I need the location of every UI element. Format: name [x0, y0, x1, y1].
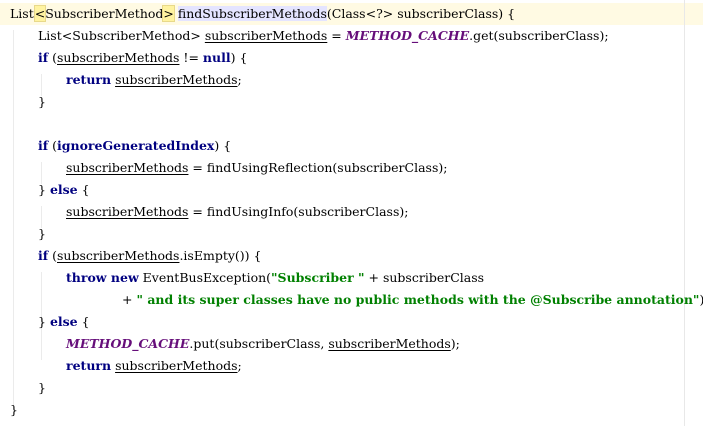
- code-token: =: [327, 28, 346, 43]
- code-token: SubscriberMethod: [45, 6, 164, 21]
- code-token: return: [66, 72, 112, 87]
- code-token: {: [77, 182, 90, 197]
- code-token: return: [66, 358, 112, 373]
- code-line[interactable]: }: [38, 91, 46, 113]
- code-token: subscriberMethods: [66, 204, 189, 219]
- code-token: );: [699, 292, 703, 307]
- code-token: ) {: [230, 50, 248, 65]
- code-token: throw new: [66, 270, 139, 285]
- code-token: }: [38, 314, 50, 329]
- code-line[interactable]: } else {: [38, 311, 90, 333]
- code-token: ;: [237, 358, 242, 373]
- code-line[interactable]: throw new EventBusException("Subscriber …: [66, 267, 484, 289]
- code-line[interactable]: if (subscriberMethods.isEmpty()) {: [38, 245, 261, 267]
- code-token: List: [10, 6, 34, 21]
- code-token: (: [48, 138, 57, 153]
- code-token: ) {: [214, 138, 232, 153]
- code-token: !=: [179, 50, 203, 65]
- code-token: EventBusException(: [138, 270, 272, 285]
- code-token: if: [38, 248, 49, 263]
- code-token: " and its super classes have no public m…: [136, 292, 700, 307]
- code-token: }: [38, 94, 46, 109]
- code-line[interactable]: }: [38, 377, 46, 399]
- code-token: <: [33, 5, 47, 22]
- code-line[interactable]: }: [38, 223, 46, 245]
- code-token: + subscriberClass: [364, 270, 485, 285]
- code-token: }: [38, 226, 46, 241]
- code-token: }: [38, 380, 46, 395]
- code-token: subscriberMethods: [66, 160, 189, 175]
- code-token: subscriberMethods: [204, 28, 328, 43]
- code-token: else: [49, 182, 78, 197]
- code-line[interactable]: METHOD_CACHE.put(subscriberClass, subscr…: [66, 333, 460, 355]
- code-line[interactable]: List<SubscriberMethod> subscriberMethods…: [38, 25, 609, 47]
- code-line[interactable]: subscriberMethods = findUsingInfo(subscr…: [66, 201, 408, 223]
- code-line[interactable]: subscriberMethods = findUsingReflection(…: [66, 157, 447, 179]
- code-token: (: [48, 50, 57, 65]
- code-line[interactable]: if (ignoreGeneratedIndex) {: [38, 135, 231, 157]
- code-token: else: [49, 314, 78, 329]
- right-margin-guide: [684, 0, 685, 426]
- code-token: subscriberMethods: [57, 248, 180, 263]
- code-token: if: [38, 138, 49, 153]
- code-token: subscriberMethods: [57, 50, 180, 65]
- code-line[interactable]: if (subscriberMethods != null) {: [38, 47, 247, 69]
- code-token: {: [77, 314, 90, 329]
- code-line[interactable]: }: [10, 399, 18, 421]
- code-token: .get(subscriberClass);: [469, 28, 609, 43]
- code-token: List<SubscriberMethod>: [38, 28, 205, 43]
- code-token: >: [162, 5, 175, 22]
- code-line[interactable]: } else {: [38, 179, 90, 201]
- code-token: = findUsingInfo(subscriberClass);: [188, 204, 409, 219]
- code-token: }: [10, 402, 18, 417]
- code-token: findSubscriberMethods: [177, 6, 327, 21]
- code-line[interactable]: + " and its super classes have no public…: [122, 289, 703, 311]
- code-token: if: [38, 50, 49, 65]
- indent-guide: [13, 30, 14, 406]
- code-token: = findUsingReflection(subscriberClass);: [188, 160, 448, 175]
- code-token: (Class<?> subscriberClass) {: [326, 6, 516, 21]
- code-token: ;: [237, 72, 242, 87]
- code-token: METHOD_CACHE: [66, 336, 190, 351]
- code-token: ignoreGeneratedIndex: [57, 138, 215, 153]
- code-line[interactable]: return subscriberMethods;: [66, 355, 242, 377]
- code-token: subscriberMethods: [115, 72, 238, 87]
- code-line[interactable]: return subscriberMethods;: [66, 69, 242, 91]
- code-editor[interactable]: List<SubscriberMethod> findSubscriberMet…: [0, 0, 703, 426]
- code-token: );: [450, 336, 460, 351]
- code-token: .put(subscriberClass,: [189, 336, 329, 351]
- code-token: subscriberMethods: [115, 358, 238, 373]
- code-token: .isEmpty()) {: [179, 248, 262, 263]
- code-token: METHOD_CACHE: [345, 28, 470, 43]
- code-token: }: [38, 182, 50, 197]
- code-token: "Subscriber ": [271, 270, 365, 285]
- code-token: null: [202, 50, 231, 65]
- code-token: (: [48, 248, 57, 263]
- code-token: +: [122, 292, 137, 307]
- code-line[interactable]: List<SubscriberMethod> findSubscriberMet…: [10, 3, 515, 25]
- code-token: subscriberMethods: [328, 336, 451, 351]
